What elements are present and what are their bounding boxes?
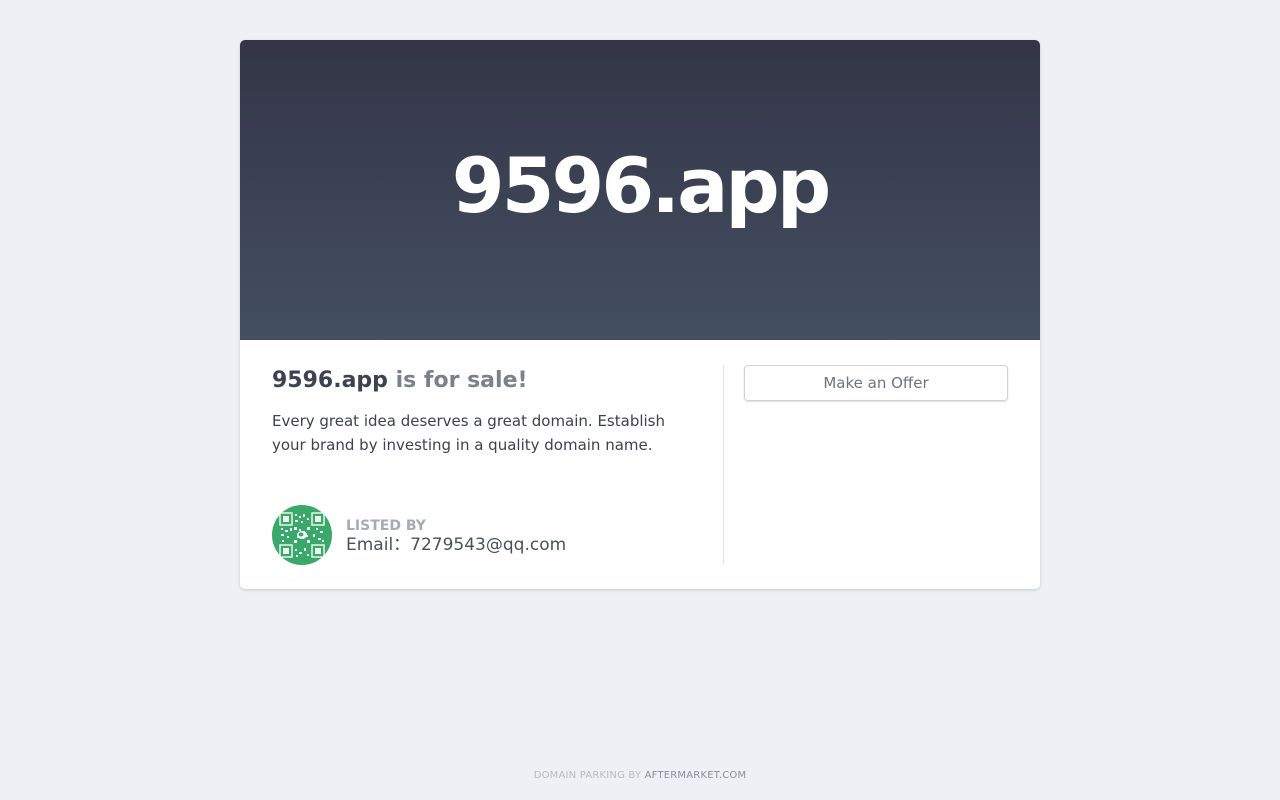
qr-code-graphic: [279, 512, 325, 558]
footer: DOMAIN PARKING BY AFTERMARKET.COM: [0, 770, 1280, 781]
lister-text: LISTED BY Email：7279543@qq.com: [346, 517, 566, 554]
aftermarket-link[interactable]: AFTERMARKET.COM: [645, 770, 747, 781]
sale-info: 9596.app is for sale! Every great idea d…: [272, 365, 692, 457]
qr-code-icon: [272, 505, 332, 565]
listed-by-label: LISTED BY: [346, 517, 426, 534]
domain-card: 9596.app 9596.app is for sale! Every gre…: [240, 40, 1040, 589]
sale-headline: 9596.app is for sale!: [272, 365, 692, 397]
hero-domain-title: 9596.app: [451, 140, 831, 230]
lister-block: LISTED BY Email：7279543@qq.com: [272, 505, 566, 565]
hero-banner: 9596.app: [240, 40, 1040, 340]
headline-domain: 9596.app: [272, 368, 388, 393]
lister-contact: Email：7279543@qq.com: [346, 534, 567, 555]
column-divider: [723, 365, 724, 564]
sale-description: Every great idea deserves a great domain…: [272, 412, 665, 454]
make-offer-button[interactable]: Make an Offer: [744, 365, 1008, 401]
headline-suffix: is for sale!: [387, 368, 528, 393]
footer-prefix: DOMAIN PARKING BY: [533, 770, 645, 781]
